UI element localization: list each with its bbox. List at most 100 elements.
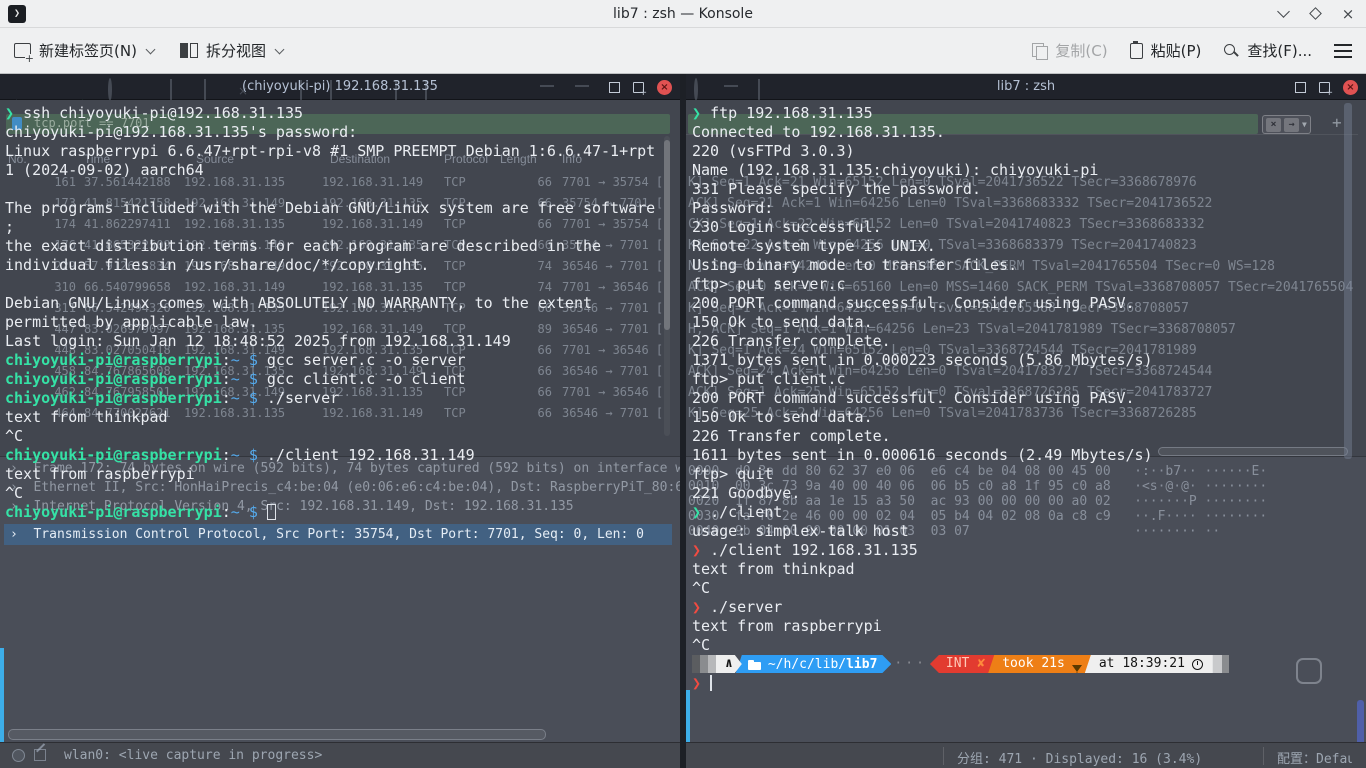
terminal-text: 200 PORT command successful. Consider us…: [692, 294, 1135, 312]
terminal-text: Password:: [692, 199, 773, 217]
copy-button[interactable]: 复制(C): [1032, 40, 1107, 61]
pane-title-right: lib7 : zsh: [686, 74, 1366, 100]
terminal-text: ./client: [710, 503, 782, 521]
terminal-text: 1611 bytes sent in 0.000616 seconds (2.4…: [692, 446, 1153, 464]
terminal-line: 200 PORT command successful. Consider us…: [692, 294, 1135, 313]
terminal-line: 1 (2024-09-02) aarch64: [5, 161, 204, 180]
terminal-line: usage: simplex-talk host: [692, 522, 909, 541]
terminal-line: chiyoyuki-pi@raspberrypi:~ $ ./client 19…: [5, 446, 475, 465]
terminal-line: ❯: [692, 674, 712, 693]
minimize-button[interactable]: [1276, 6, 1292, 22]
terminal-line: ❯ ftp 192.168.31.135: [692, 104, 873, 123]
paste-label: 粘贴(P): [1151, 40, 1202, 61]
terminal-text: ~: [231, 389, 240, 407]
terminal-text: the exact distribution terms for each pr…: [5, 237, 601, 255]
pane-close-icon[interactable]: ×: [657, 80, 672, 95]
terminal-line: Debian GNU/Linux comes with ABSOLUTELY N…: [5, 294, 592, 313]
terminal-text: 221 Goodbye.: [692, 484, 800, 502]
terminal-line: ^C: [692, 636, 710, 655]
pane-header-right: lib7 : zsh ×: [686, 74, 1366, 100]
terminal-line: chiyoyuki-pi@raspberrypi:~ $ ./server: [5, 389, 339, 408]
terminal-text: Debian GNU/Linux comes with ABSOLUTELY N…: [5, 294, 592, 312]
konsole-window: ❯ lib7 : zsh — Konsole × 新建标签页(N) 拆分视图: [0, 0, 1366, 768]
pane-maximize-icon[interactable]: [1295, 82, 1306, 93]
terminal-text: ./client 192.168.31.149: [258, 446, 475, 464]
terminal-line: 1371 bytes sent in 0.000223 seconds (5.8…: [692, 351, 1153, 370]
pane-detach-icon[interactable]: [1319, 82, 1330, 93]
paste-button[interactable]: 粘贴(P): [1130, 40, 1202, 61]
pane-detach-icon[interactable]: [633, 82, 644, 93]
terminal-text: :: [222, 370, 231, 388]
terminal-line: text from thinkpad: [5, 408, 168, 427]
interrupt-segment: INT✘: [930, 655, 995, 673]
terminal-text: 331 Please specify the password.: [692, 180, 981, 198]
terminal-text: ❯: [692, 503, 710, 521]
main-toolbar: 新建标签页(N) 拆分视图 复制(C) 粘贴(P) 查找(F)...: [0, 28, 1366, 74]
terminal-text: 230 Login successful.: [692, 218, 882, 236]
split-view-label: 拆分视图: [206, 40, 266, 61]
terminal-text: ssh chiyoyuki-pi@192.168.31.135: [23, 104, 303, 122]
new-tab-label: 新建标签页(N): [39, 40, 137, 61]
terminal-line: 226 Transfer complete.: [692, 332, 891, 351]
terminal-text: ./server: [258, 389, 339, 407]
terminal-screen-left[interactable]: tcp.port == 7701 No.TimeSourceDestinatio…: [0, 100, 680, 768]
terminal-text: :: [222, 446, 231, 464]
pane-close-icon[interactable]: ×: [1343, 80, 1358, 95]
terminal-line: Remote system type is UNIX.: [692, 237, 936, 256]
terminal-text: ~: [231, 351, 240, 369]
terminal-text: ❯: [692, 598, 710, 616]
terminal-text: $: [249, 503, 258, 521]
split-view-button[interactable]: 拆分视图: [180, 40, 283, 61]
terminal-line: 200 PORT command successful. Consider us…: [692, 389, 1135, 408]
find-button[interactable]: 查找(F)...: [1223, 40, 1312, 61]
terminal-text: ❯: [692, 541, 710, 559]
terminal-text: text from thinkpad: [5, 408, 168, 426]
new-tab-button[interactable]: 新建标签页(N): [14, 40, 154, 61]
pane-maximize-icon[interactable]: [609, 82, 620, 93]
terminal-text: individual files in /usr/share/doc/*/cop…: [5, 256, 429, 274]
terminal-text: Last login: Sun Jan 12 18:48:52 2025 fro…: [5, 332, 511, 350]
terminal-text: chiyoyuki-pi@raspberrypi: [5, 351, 222, 369]
terminal-text: ;: [5, 218, 14, 236]
prompt-pad: [700, 655, 708, 673]
hamburger-menu-button[interactable]: [1334, 44, 1352, 58]
terminal-text: $: [249, 446, 258, 464]
terminal-text: ❯: [692, 104, 710, 122]
terminal-line: ❯ ./client 192.168.31.135: [692, 541, 918, 560]
terminal-line: ^C: [692, 579, 710, 598]
terminal-text: ~: [231, 370, 240, 388]
terminal-text: :: [222, 389, 231, 407]
terminal-line: ;: [5, 218, 14, 237]
terminal-text: gcc server.c -o server: [258, 351, 466, 369]
terminal-text: 1371 bytes sent in 0.000223 seconds (5.8…: [692, 351, 1153, 369]
maximize-icon: [1309, 7, 1322, 20]
terminal-text: 1 (2024-09-02) aarch64: [5, 161, 204, 179]
terminal-text: [240, 351, 249, 369]
terminal-text: chiyoyuki-pi@raspberrypi: [5, 446, 222, 464]
new-tab-icon: [14, 43, 31, 58]
terminal-line: text from raspberrypi: [5, 465, 195, 484]
terminal-text: 226 Transfer complete.: [692, 332, 891, 350]
maximize-button[interactable]: [1308, 6, 1324, 22]
close-button[interactable]: ×: [1340, 6, 1356, 22]
prompt-pad: [1222, 655, 1229, 673]
terminal-line: ftp> put client.c: [692, 370, 846, 389]
time-segment: at 18:39:21: [1085, 655, 1213, 673]
terminal-text: chiyoyuki-pi@192.168.31.135's password:: [5, 123, 357, 141]
terminal-line: Using binary mode to transfer files.: [692, 256, 1017, 275]
terminal-text: ❯: [5, 104, 23, 122]
terminal-text: Using binary mode to transfer files.: [692, 256, 1017, 274]
terminal-text: [240, 503, 249, 521]
terminal-line: 150 Ok to send data.: [692, 408, 873, 427]
terminal-text: 200 PORT command successful. Consider us…: [692, 389, 1135, 407]
terminal-text: 150 Ok to send data.: [692, 313, 873, 331]
shell-prompt-bar: ∧ ~/h/c/lib/lib7 ··· INT✘ took 21s at 18…: [692, 655, 1229, 673]
terminal-screen-right[interactable]: × → ▼ + K] Seq=1 Ack=21 Win=65152 Len=0 …: [686, 100, 1366, 768]
terminal-line: the exact distribution terms for each pr…: [5, 237, 601, 256]
terminal-line: 331 Please specify the password.: [692, 180, 981, 199]
terminal-text: gcc client.c -o client: [258, 370, 466, 388]
terminal-line: ❯ ./client: [692, 503, 782, 522]
terminal-text: :: [222, 351, 231, 369]
terminal-text: ^C: [692, 579, 710, 597]
find-label: 查找(F)...: [1247, 40, 1312, 61]
